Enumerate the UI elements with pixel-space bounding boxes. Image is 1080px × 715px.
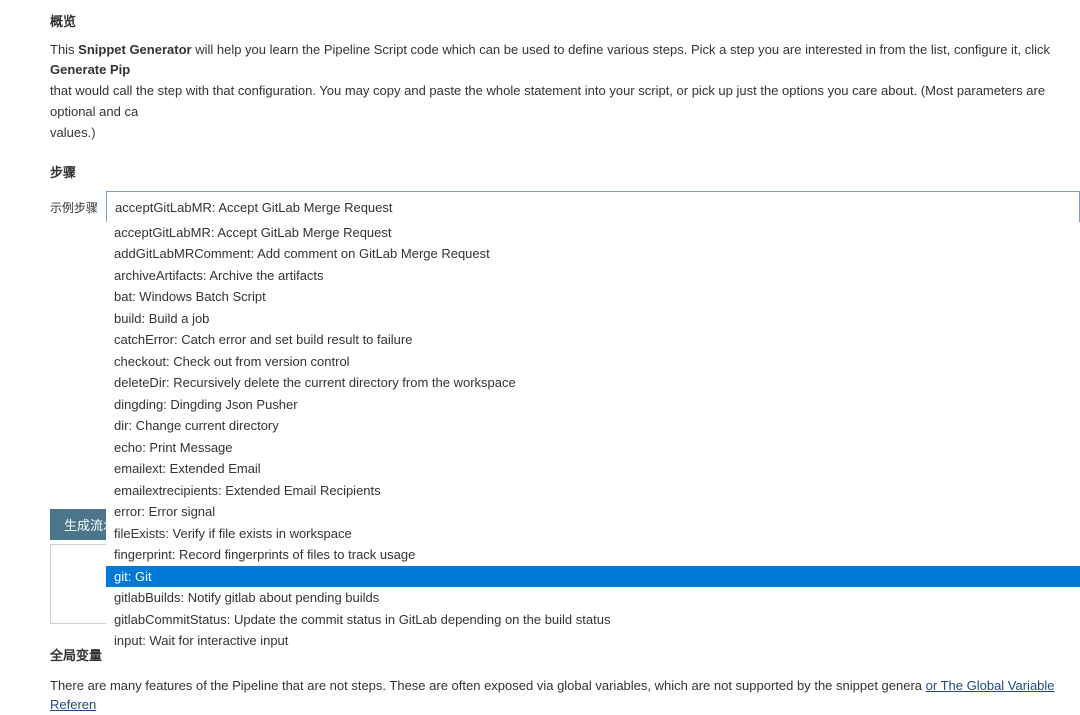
- global-vars-link2[interactable]: Referen: [50, 697, 96, 712]
- step-option[interactable]: dingding: Dingding Json Pusher: [106, 394, 1080, 416]
- step-option[interactable]: deleteDir: Recursively delete the curren…: [106, 372, 1080, 394]
- step-content: acceptGitLabMR: Accept GitLab Merge Requ…: [106, 191, 1080, 225]
- step-option[interactable]: echo: Print Message: [106, 437, 1080, 459]
- step-option[interactable]: bat: Windows Batch Script: [106, 286, 1080, 308]
- step-option[interactable]: git: Git: [106, 566, 1080, 588]
- global-vars-prefix: There are many features of the Pipeline …: [50, 678, 922, 693]
- global-vars-link1[interactable]: or The Global Variable: [926, 678, 1055, 693]
- step-option[interactable]: checkout: Check out from version control: [106, 351, 1080, 373]
- intro-bold1: Snippet Generator: [78, 42, 191, 57]
- step-option[interactable]: dir: Change current directory: [106, 415, 1080, 437]
- step-option[interactable]: gitlabCommitStatus: Update the commit st…: [106, 609, 1080, 631]
- step-option[interactable]: gitlabBuilds: Notify gitlab about pendin…: [106, 587, 1080, 609]
- step-dropdown[interactable]: acceptGitLabMR: Accept GitLab Merge Requ…: [106, 222, 1080, 652]
- step-option[interactable]: catchError: Catch error and set build re…: [106, 329, 1080, 351]
- overview-heading: 概览: [50, 12, 1080, 32]
- intro-prefix: This: [50, 42, 78, 57]
- intro-line3: values.): [50, 125, 96, 140]
- step-option[interactable]: build: Build a job: [106, 308, 1080, 330]
- steps-heading: 步骤: [50, 163, 1080, 183]
- step-option[interactable]: emailext: Extended Email: [106, 458, 1080, 480]
- overview-text: This Snippet Generator will help you lea…: [50, 40, 1080, 144]
- intro-mid: will help you learn the Pipeline Script …: [192, 42, 1050, 57]
- intro-line2: that would call the step with that confi…: [50, 83, 1045, 119]
- step-label: 示例步骤: [50, 191, 106, 217]
- step-option[interactable]: archiveArtifacts: Archive the artifacts: [106, 265, 1080, 287]
- step-option[interactable]: fingerprint: Record fingerprints of file…: [106, 544, 1080, 566]
- step-option[interactable]: error: Error signal: [106, 501, 1080, 523]
- step-option[interactable]: input: Wait for interactive input: [106, 630, 1080, 652]
- global-vars-text: There are many features of the Pipeline …: [50, 676, 1080, 715]
- step-option[interactable]: emailextrecipients: Extended Email Recip…: [106, 480, 1080, 502]
- step-option[interactable]: addGitLabMRComment: Add comment on GitLa…: [106, 243, 1080, 265]
- step-select[interactable]: acceptGitLabMR: Accept GitLab Merge Requ…: [106, 191, 1080, 225]
- step-option[interactable]: acceptGitLabMR: Accept GitLab Merge Requ…: [106, 222, 1080, 244]
- intro-bold2: Generate Pip: [50, 62, 130, 77]
- step-row: 示例步骤 acceptGitLabMR: Accept GitLab Merge…: [50, 191, 1080, 225]
- step-option[interactable]: fileExists: Verify if file exists in wor…: [106, 523, 1080, 545]
